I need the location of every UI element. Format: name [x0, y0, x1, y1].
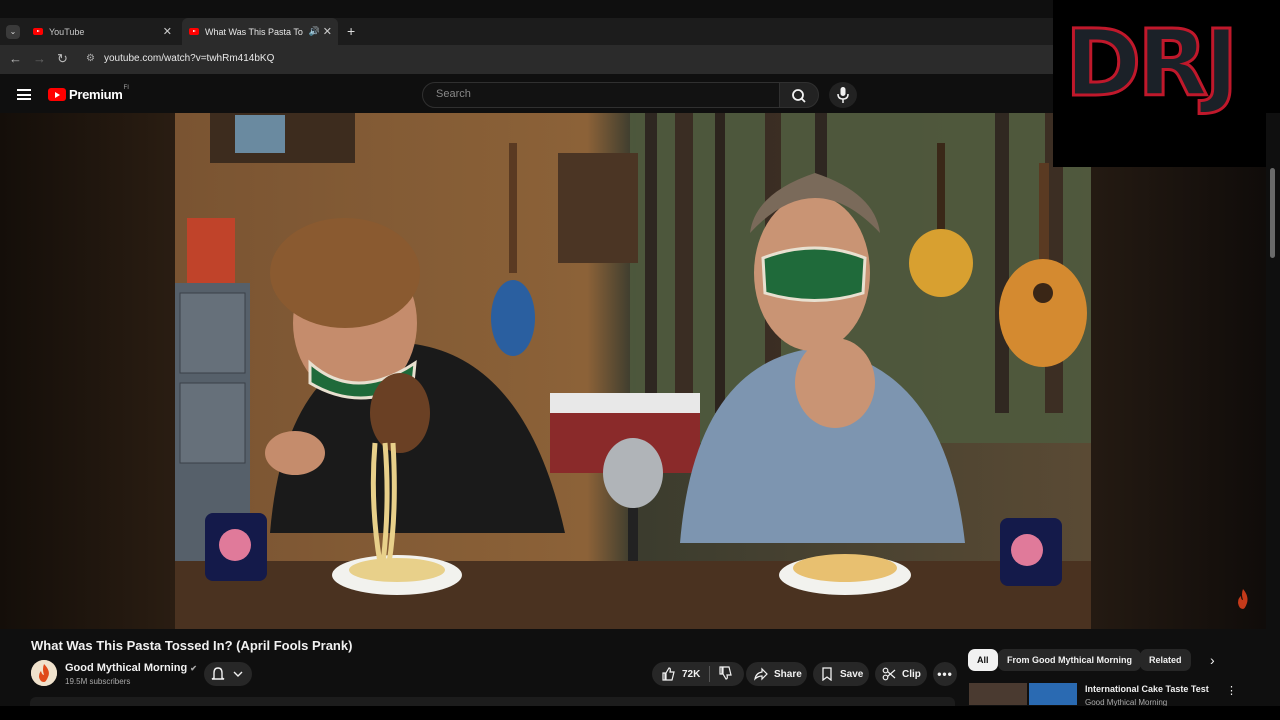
thumbs-up-icon: [662, 667, 675, 681]
recommendation-thumbnail-map[interactable]: [1029, 683, 1077, 705]
tab-label: YouTube: [49, 26, 85, 37]
video-player[interactable]: [0, 113, 1266, 629]
share-icon: [754, 667, 768, 681]
tab-search-button[interactable]: ⌄: [6, 25, 20, 39]
youtube-play-icon: [48, 88, 66, 101]
search-icon: [792, 89, 806, 103]
ambient-glow-left: [0, 113, 175, 629]
tab-current-video[interactable]: What Was This Pasta Tossed In? (April Fo…: [182, 18, 338, 45]
close-tab-icon[interactable]: ✕: [163, 25, 172, 38]
subscriber-count: 19.5M subscribers: [65, 677, 131, 686]
flame-logo-icon: [31, 660, 57, 686]
channel-name-text: Good Mythical Morning: [65, 662, 188, 674]
share-label: Share: [774, 668, 802, 680]
browser-tab-strip: ⌄ YouTube ✕ What Was This Pasta Tossed I…: [0, 18, 1053, 45]
share-button[interactable]: Share: [746, 662, 807, 686]
notification-bell-button[interactable]: [204, 662, 252, 686]
hamburger-menu-icon[interactable]: [17, 89, 31, 100]
browser-address-bar: ← → ↻ ⚙ youtube.com/watch?v=twhRm414bKQ: [0, 45, 1053, 74]
chip-from-channel[interactable]: From Good Mythical Morning: [998, 649, 1141, 671]
bell-icon: [211, 667, 243, 680]
video-frame[interactable]: [175, 113, 1091, 629]
save-button[interactable]: Save: [813, 662, 869, 686]
tab-youtube[interactable]: YouTube ✕: [26, 18, 178, 45]
video-scene-image: [175, 113, 1091, 629]
youtube-logo[interactable]: Premium FI: [48, 84, 129, 102]
like-count: 72K: [682, 668, 701, 680]
streamer-logo-overlay: DRJ: [1053, 0, 1280, 167]
clip-button[interactable]: Clip: [875, 662, 927, 686]
save-label: Save: [840, 668, 864, 680]
youtube-favicon-icon: [189, 28, 199, 35]
drj-logo-text: DRJ: [1063, 10, 1239, 117]
page-scrollbar[interactable]: [1266, 113, 1280, 720]
recommendation-title[interactable]: International Cake Taste Test: [1085, 684, 1209, 694]
search-button[interactable]: [779, 82, 819, 108]
close-tab-icon[interactable]: ✕: [323, 25, 332, 38]
ambient-glow-right: [1091, 113, 1266, 629]
logo-country-code: FI: [123, 84, 129, 91]
thumbs-down-icon: [719, 665, 733, 680]
site-info-icon[interactable]: ⚙: [86, 53, 95, 64]
logo-text: Premium: [69, 87, 123, 102]
search-input[interactable]: [423, 83, 756, 100]
video-title: What Was This Pasta Tossed In? (April Fo…: [31, 638, 353, 653]
voice-search-button[interactable]: [829, 82, 857, 108]
recommendation-menu-icon[interactable]: ⋮: [1226, 684, 1237, 697]
like-button[interactable]: 72K: [661, 667, 700, 681]
youtube-favicon-icon: [33, 28, 43, 35]
url-text[interactable]: youtube.com/watch?v=twhRm414bKQ: [104, 53, 274, 64]
channel-watermark-flame-icon[interactable]: [1236, 588, 1250, 610]
verified-badge-icon: ✔: [190, 664, 197, 673]
new-tab-button[interactable]: +: [347, 23, 355, 39]
reload-icon[interactable]: ↻: [57, 51, 68, 67]
search-box: [422, 82, 780, 108]
more-horizontal-icon: •••: [937, 667, 953, 681]
more-actions-button[interactable]: •••: [933, 662, 957, 686]
bookmark-icon: [822, 667, 832, 681]
audio-playing-icon[interactable]: 🔊: [309, 26, 320, 37]
like-dislike-group: 72K: [652, 662, 744, 686]
clip-label: Clip: [902, 668, 921, 680]
recommendation-thumbnail[interactable]: [969, 683, 1027, 705]
dislike-button[interactable]: [718, 665, 733, 683]
scissors-icon: [882, 667, 896, 681]
back-icon[interactable]: ←: [9, 51, 22, 66]
divider: [709, 666, 711, 682]
channel-name[interactable]: Good Mythical Morning ✔: [65, 662, 197, 674]
forward-icon[interactable]: →: [33, 51, 46, 66]
scrollbar-thumb[interactable]: [1270, 168, 1275, 258]
chevron-right-icon[interactable]: ›: [1210, 652, 1215, 668]
chip-related[interactable]: Related: [1140, 649, 1191, 671]
chip-all[interactable]: All: [968, 649, 998, 671]
recommendation-channel: Good Mythical Morning: [1085, 698, 1168, 706]
description-box[interactable]: [30, 697, 955, 706]
microphone-icon: [837, 87, 849, 103]
tab-label: What Was This Pasta Tossed In? (April Fo…: [205, 26, 303, 37]
bottom-letterbox: [0, 706, 1280, 720]
channel-avatar[interactable]: [31, 660, 57, 686]
